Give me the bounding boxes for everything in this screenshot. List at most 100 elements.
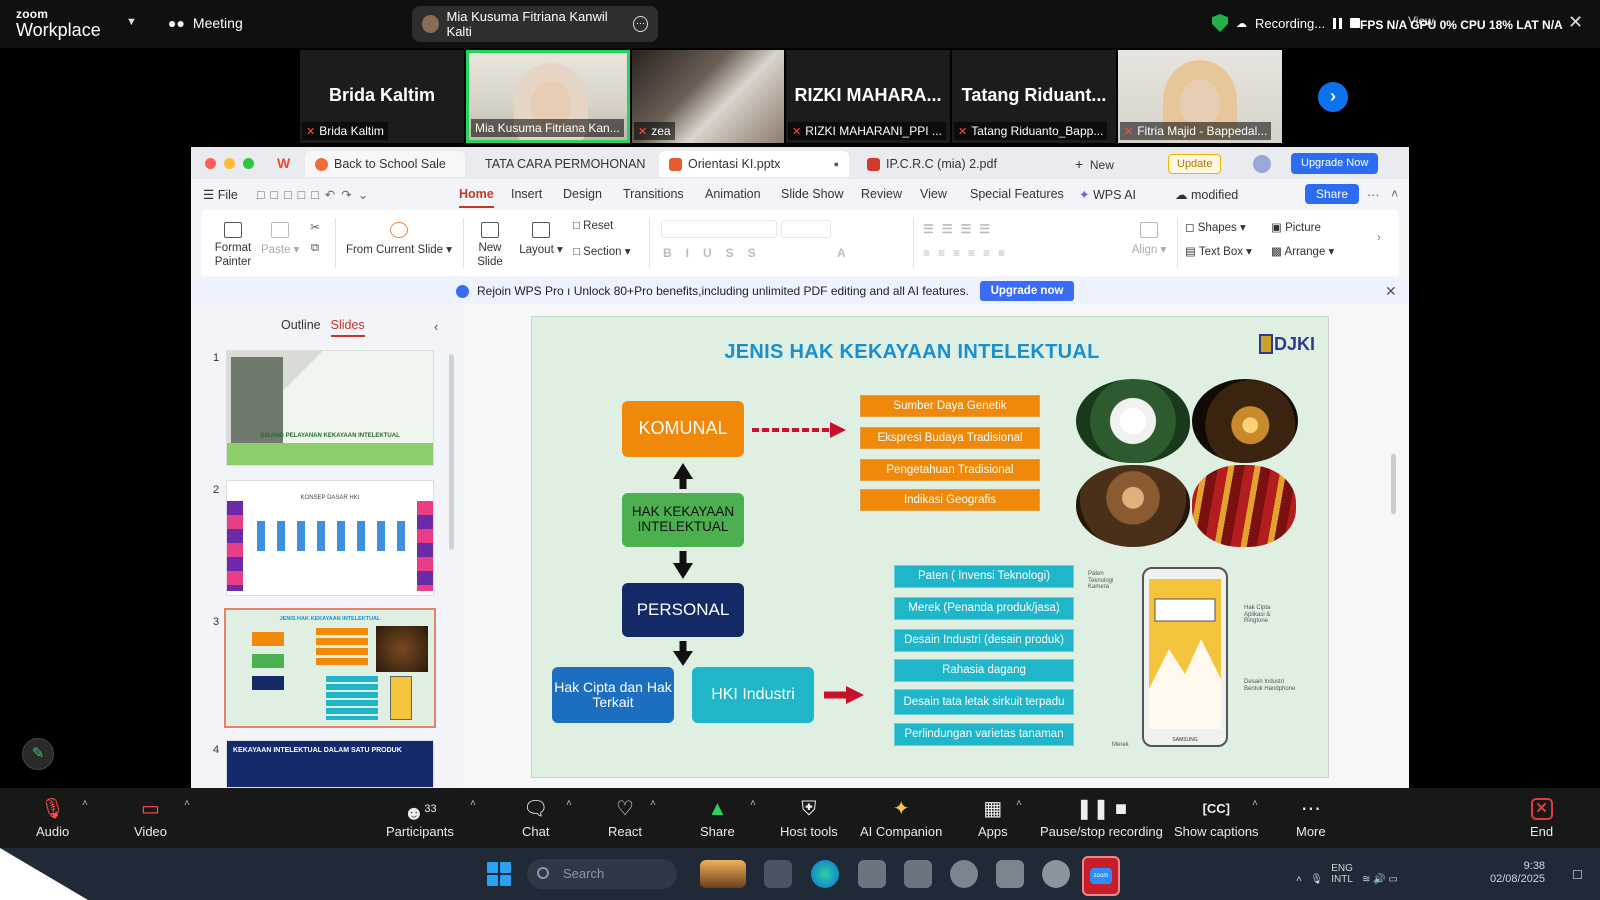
apps-button[interactable]: ▦ Apps xyxy=(978,796,1008,839)
video-options-caret[interactable]: ˄ xyxy=(184,798,190,809)
recording-indicator[interactable]: ☁ Recording... xyxy=(1212,14,1361,32)
paste-button[interactable]: Paste ▾ xyxy=(261,222,299,256)
tab-ip-crc[interactable]: IP.C.R.C (mia) 2.pdf xyxy=(857,151,1043,177)
layout-button[interactable]: Layout ▾ xyxy=(517,222,565,256)
active-speaker-pill[interactable]: Mia Kusuma Fitriana Kanwil Kalti ⋯ xyxy=(412,6,658,42)
new-tab-button[interactable]: + New xyxy=(1075,156,1114,172)
participant-tile[interactable]: ✕ Fitria Majid - Bappedal... xyxy=(1118,50,1282,143)
chat-options-caret[interactable]: ˄ xyxy=(566,798,572,809)
slide-thumbnail-4[interactable]: KEKAYAAN INTELEKTUAL DALAM SATU PRODUK xyxy=(226,740,434,788)
participant-tile[interactable]: RIZKI MAHARA... ✕ RIZKI MAHARANI_PPI ... xyxy=(786,50,950,143)
app-icon[interactable] xyxy=(950,860,978,888)
collapse-panel-icon[interactable]: ‹ xyxy=(434,319,438,334)
section-button[interactable]: □ Section ▾ xyxy=(573,244,630,258)
tab-tata-cara[interactable]: TATA CARA PERMOHONAN xyxy=(469,151,655,177)
slide-thumbnail-3-selected[interactable]: JENIS HAK KEKAYAAN INTELEKTUAL xyxy=(224,608,436,728)
close-icon[interactable]: ✕ xyxy=(1385,283,1397,300)
more-button[interactable]: ⋯ More xyxy=(1296,796,1326,839)
cut-icon[interactable]: ✂ xyxy=(307,220,323,234)
font-size-select[interactable] xyxy=(781,220,831,238)
user-avatar[interactable] xyxy=(1253,155,1271,173)
more-icon[interactable]: ⋯ xyxy=(633,16,648,32)
current-slide[interactable]: JENIS HAK KEKAYAAN INTELEKTUAL DJKI KOMU… xyxy=(531,316,1329,778)
font-color-icon[interactable]: A xyxy=(837,246,846,260)
app-icon[interactable] xyxy=(1042,860,1070,888)
minimize-window-icon[interactable] xyxy=(224,158,235,169)
picture-button[interactable]: ▣ Picture xyxy=(1271,220,1321,234)
menu-file[interactable]: ☰ File xyxy=(203,187,238,202)
menu-transitions[interactable]: Transitions xyxy=(623,187,684,201)
captions-options-caret[interactable]: ˄ xyxy=(1252,798,1258,809)
more-icon[interactable]: ⋯ xyxy=(1367,187,1380,202)
zoom-taskbar-icon[interactable]: zoom xyxy=(1082,856,1120,896)
menu-slide-show[interactable]: Slide Show xyxy=(781,187,844,201)
tab-orientasi-ki[interactable]: Orientasi KI.pptx ● xyxy=(659,151,849,177)
pause-stop-recording-button[interactable]: ❚❚ ■ Pause/stop recording xyxy=(1040,796,1163,839)
arrange-button[interactable]: ▩ Arrange ▾ xyxy=(1271,244,1334,258)
from-current-slide-button[interactable]: From Current Slide ▾ xyxy=(343,222,455,256)
chevron-down-icon[interactable]: ▼ xyxy=(126,16,137,28)
panel-scrollbar[interactable] xyxy=(449,354,454,550)
reset-button[interactable]: □ Reset xyxy=(573,220,613,232)
video-button[interactable]: ▭ Video xyxy=(134,796,167,839)
chevron-right-icon[interactable]: › xyxy=(1377,232,1381,244)
show-captions-button[interactable]: [CC] Show captions xyxy=(1174,796,1259,839)
notification-icon[interactable]: ☐ xyxy=(1572,868,1583,882)
share-button[interactable]: Share xyxy=(1305,184,1359,204)
slide-canvas[interactable]: JENIS HAK KEKAYAAN INTELEKTUAL DJKI KOMU… xyxy=(463,304,1409,788)
upgrade-banner-button[interactable]: Upgrade now xyxy=(980,281,1074,301)
participant-tile[interactable]: Brida Kaltim ✕ Brida Kaltim xyxy=(300,50,464,143)
participant-tile-active[interactable]: Mia Kusuma Fitriana Kan... xyxy=(466,50,630,143)
next-page-button[interactable]: › xyxy=(1318,82,1348,112)
quick-access-icons[interactable]: □□□□□↶↷⌄ xyxy=(257,187,374,202)
stop-icon[interactable] xyxy=(1350,18,1361,28)
windows-start-icon[interactable] xyxy=(487,862,511,886)
pause-icon[interactable] xyxy=(1333,17,1343,29)
list-icons[interactable]: ☰☰☰☰ xyxy=(923,222,998,236)
edge-browser-icon[interactable] xyxy=(811,860,839,888)
ai-companion-button[interactable]: ✦ AI Companion xyxy=(860,796,942,839)
app-icon[interactable] xyxy=(996,860,1024,888)
taskbar-clock[interactable]: 9:38 02/08/2025 xyxy=(1490,860,1545,886)
close-window-icon[interactable] xyxy=(205,158,216,169)
widgets-icon[interactable] xyxy=(700,860,746,888)
shapes-button[interactable]: ◻ Shapes ▾ xyxy=(1185,220,1246,234)
wps-logo-icon[interactable]: W xyxy=(277,155,290,171)
menu-insert[interactable]: Insert xyxy=(511,187,542,201)
canvas-scrollbar[interactable] xyxy=(1391,454,1396,514)
react-options-caret[interactable]: ˄ xyxy=(650,798,656,809)
close-icon[interactable]: ✕ xyxy=(1568,12,1583,33)
meeting-menu[interactable]: ●● Meeting xyxy=(168,15,243,31)
font-family-select[interactable] xyxy=(661,220,777,238)
participants-options-caret[interactable]: ˄ xyxy=(470,798,476,809)
menu-animation[interactable]: Animation xyxy=(705,187,761,201)
participant-tile[interactable]: ✕ zea xyxy=(632,50,784,143)
copy-icon[interactable]: ⧉ xyxy=(307,242,323,255)
participants-button[interactable]: ☻33 Participants xyxy=(386,796,454,839)
text-box-button[interactable]: ▤ Text Box ▾ xyxy=(1185,244,1252,258)
slide-thumbnail-1[interactable]: BIDANG PELAYANAN KEKAYAAN INTELEKTUAL xyxy=(226,350,434,466)
menu-design[interactable]: Design xyxy=(563,187,602,201)
documents-icon[interactable] xyxy=(904,860,932,888)
menu-review[interactable]: Review xyxy=(861,187,902,201)
menu-view[interactable]: View xyxy=(920,187,947,201)
react-button[interactable]: ♡ React xyxy=(608,796,642,839)
menu-wps-ai[interactable]: ✦ WPS AI xyxy=(1079,187,1136,202)
update-button[interactable]: Update xyxy=(1168,154,1222,174)
tab-outline[interactable]: Outline xyxy=(281,318,321,332)
format-painter-button[interactable]: Format Painter xyxy=(211,222,255,270)
menu-special-features[interactable]: Special Features xyxy=(970,187,1064,201)
apps-options-caret[interactable]: ˄ xyxy=(1016,798,1022,809)
new-slide-button[interactable]: New Slide xyxy=(471,222,509,270)
participant-tile[interactable]: Tatang Riduant... ✕ Tatang Riduanto_Bapp.… xyxy=(952,50,1116,143)
share-options-caret[interactable]: ˄ xyxy=(750,798,756,809)
align-button[interactable]: Align ▾ xyxy=(1129,222,1169,256)
tab-slides[interactable]: Slides xyxy=(330,318,365,337)
host-tools-button[interactable]: ⛨ Host tools xyxy=(780,796,838,839)
slide-thumbnail-2[interactable]: KONSEP DASAR HKI xyxy=(226,480,434,596)
font-style-icons[interactable]: BIUSS xyxy=(663,246,770,260)
menu-home[interactable]: Home xyxy=(459,187,494,208)
end-meeting-button[interactable]: ✕ End xyxy=(1530,796,1553,839)
tab-back-to-school[interactable]: Back to School Sale xyxy=(305,151,465,177)
audio-button[interactable]: 🎙 Audio xyxy=(36,796,69,839)
